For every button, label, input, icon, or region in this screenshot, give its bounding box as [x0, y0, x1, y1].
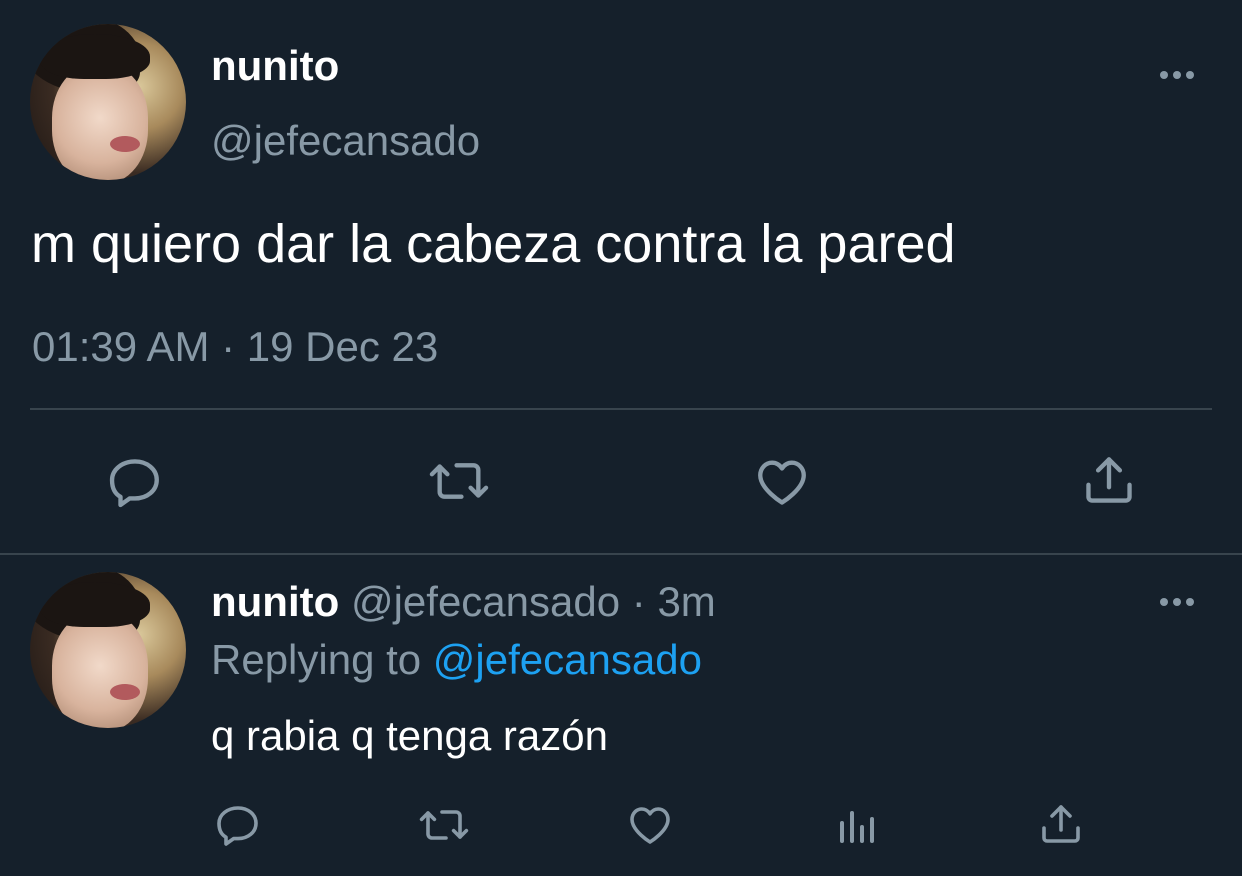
retweet-icon — [419, 810, 469, 840]
reply-reply-button[interactable] — [214, 801, 262, 849]
share-icon — [1086, 457, 1132, 503]
reply-icon — [217, 806, 258, 846]
main-retweet-button[interactable] — [426, 452, 492, 510]
reply-like-button[interactable] — [626, 801, 674, 849]
like-icon — [630, 807, 670, 844]
reply-share-button[interactable] — [1037, 800, 1085, 848]
main-reply-button[interactable] — [106, 453, 164, 511]
reply-tweet-header: nunito @jefecansado · 3m — [211, 576, 716, 628]
reply-tweet-handle[interactable]: @jefecansado — [351, 578, 620, 625]
like-icon — [758, 460, 806, 505]
reply-icon — [109, 459, 159, 508]
main-tweet-display-name[interactable]: nunito — [211, 42, 339, 90]
reply-tweet-separator: · — [631, 578, 646, 625]
reply-tweet-text: q rabia q tenga razón — [211, 712, 608, 759]
reply-tweet-replying-line: Replying to @jefecansado — [211, 634, 702, 686]
replying-to-label: Replying to — [211, 636, 422, 683]
main-tweet-handle[interactable]: @jefecansado — [211, 116, 480, 166]
main-tweet-divider — [30, 408, 1212, 410]
thread-divider — [0, 553, 1242, 555]
share-icon — [1042, 805, 1080, 843]
main-like-button[interactable] — [753, 453, 811, 511]
analytics-icon — [840, 811, 874, 843]
reply-tweet-more-icon[interactable] — [1160, 598, 1194, 606]
main-tweet-avatar[interactable] — [30, 24, 186, 180]
reply-tweet-display-name[interactable]: nunito — [211, 578, 339, 625]
retweet-icon — [429, 463, 489, 499]
reply-analytics-button[interactable] — [832, 801, 880, 849]
reply-tweet-avatar[interactable] — [30, 572, 186, 728]
replying-to-link[interactable]: @jefecansado — [433, 636, 702, 683]
main-tweet-text: m quiero dar la cabeza contra la pared — [31, 214, 956, 274]
main-tweet-timestamp[interactable]: 01:39 AM · 19 Dec 23 — [32, 322, 438, 372]
reply-retweet-button[interactable] — [417, 801, 471, 849]
main-share-button[interactable] — [1080, 451, 1138, 509]
main-tweet-more-icon[interactable] — [1160, 71, 1194, 79]
reply-tweet-age[interactable]: 3m — [657, 578, 715, 625]
